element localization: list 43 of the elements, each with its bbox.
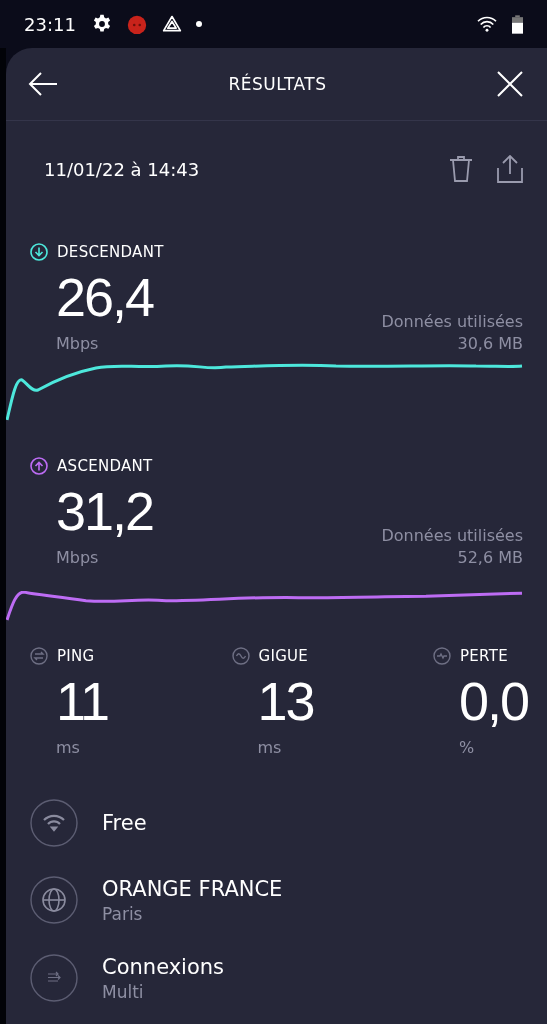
speed-label: ASCENDANT: [57, 457, 153, 475]
share-icon[interactable]: [497, 155, 523, 183]
wifi-icon: [476, 15, 498, 33]
info-title: ORANGE FRANCE: [102, 876, 283, 903]
info-title: Free: [102, 810, 147, 837]
data-used-label: Données utilisées: [381, 311, 523, 333]
metric-value: 0,0: [459, 670, 530, 733]
metric-unit: ms: [257, 737, 283, 759]
gear-icon: [91, 14, 112, 34]
dot-icon: [195, 21, 202, 27]
metric-label: PERTE: [460, 647, 508, 665]
metric-unit: ms: [56, 737, 81, 759]
info-title: Connexions: [102, 954, 225, 981]
globe-icon: [30, 876, 78, 924]
loss-icon: [433, 647, 451, 665]
speed-unit: Mbps: [56, 333, 100, 355]
close-icon[interactable]: [497, 71, 523, 97]
speed-label: DESCENDANT: [57, 243, 164, 261]
data-used-value: 52,6 MB: [457, 547, 523, 569]
metric-label: GIGUE: [258, 647, 309, 665]
data-used-value: 30,6 MB: [457, 333, 523, 355]
arrows-icon: [30, 954, 78, 1002]
trash-icon[interactable]: [449, 156, 473, 182]
jitter-icon: [231, 647, 250, 665]
triangle-icon: [161, 14, 182, 34]
app-icon: [125, 13, 148, 35]
metric-value: 11: [56, 670, 110, 733]
battery-icon: [512, 14, 523, 34]
speed-value: 31,2: [56, 480, 155, 543]
metric-value: 13: [257, 670, 315, 733]
speed-value: 26,4: [56, 266, 155, 329]
metric-label: PING: [57, 647, 95, 665]
metric-unit: %: [459, 737, 476, 759]
info-subtitle: Multi: [102, 981, 145, 1003]
back-arrow-icon[interactable]: [28, 72, 58, 96]
wifi-icon: [30, 799, 78, 847]
ping-icon: [30, 647, 48, 665]
screen-title: RÉSULTATS: [228, 74, 327, 94]
info-subtitle: Paris: [102, 903, 144, 925]
test-date: 11/01/22 à 14:43: [44, 158, 200, 180]
status-time: 23:11: [24, 13, 76, 35]
speed-unit: Mbps: [56, 547, 100, 569]
data-used-label: Données utilisées: [381, 525, 523, 547]
